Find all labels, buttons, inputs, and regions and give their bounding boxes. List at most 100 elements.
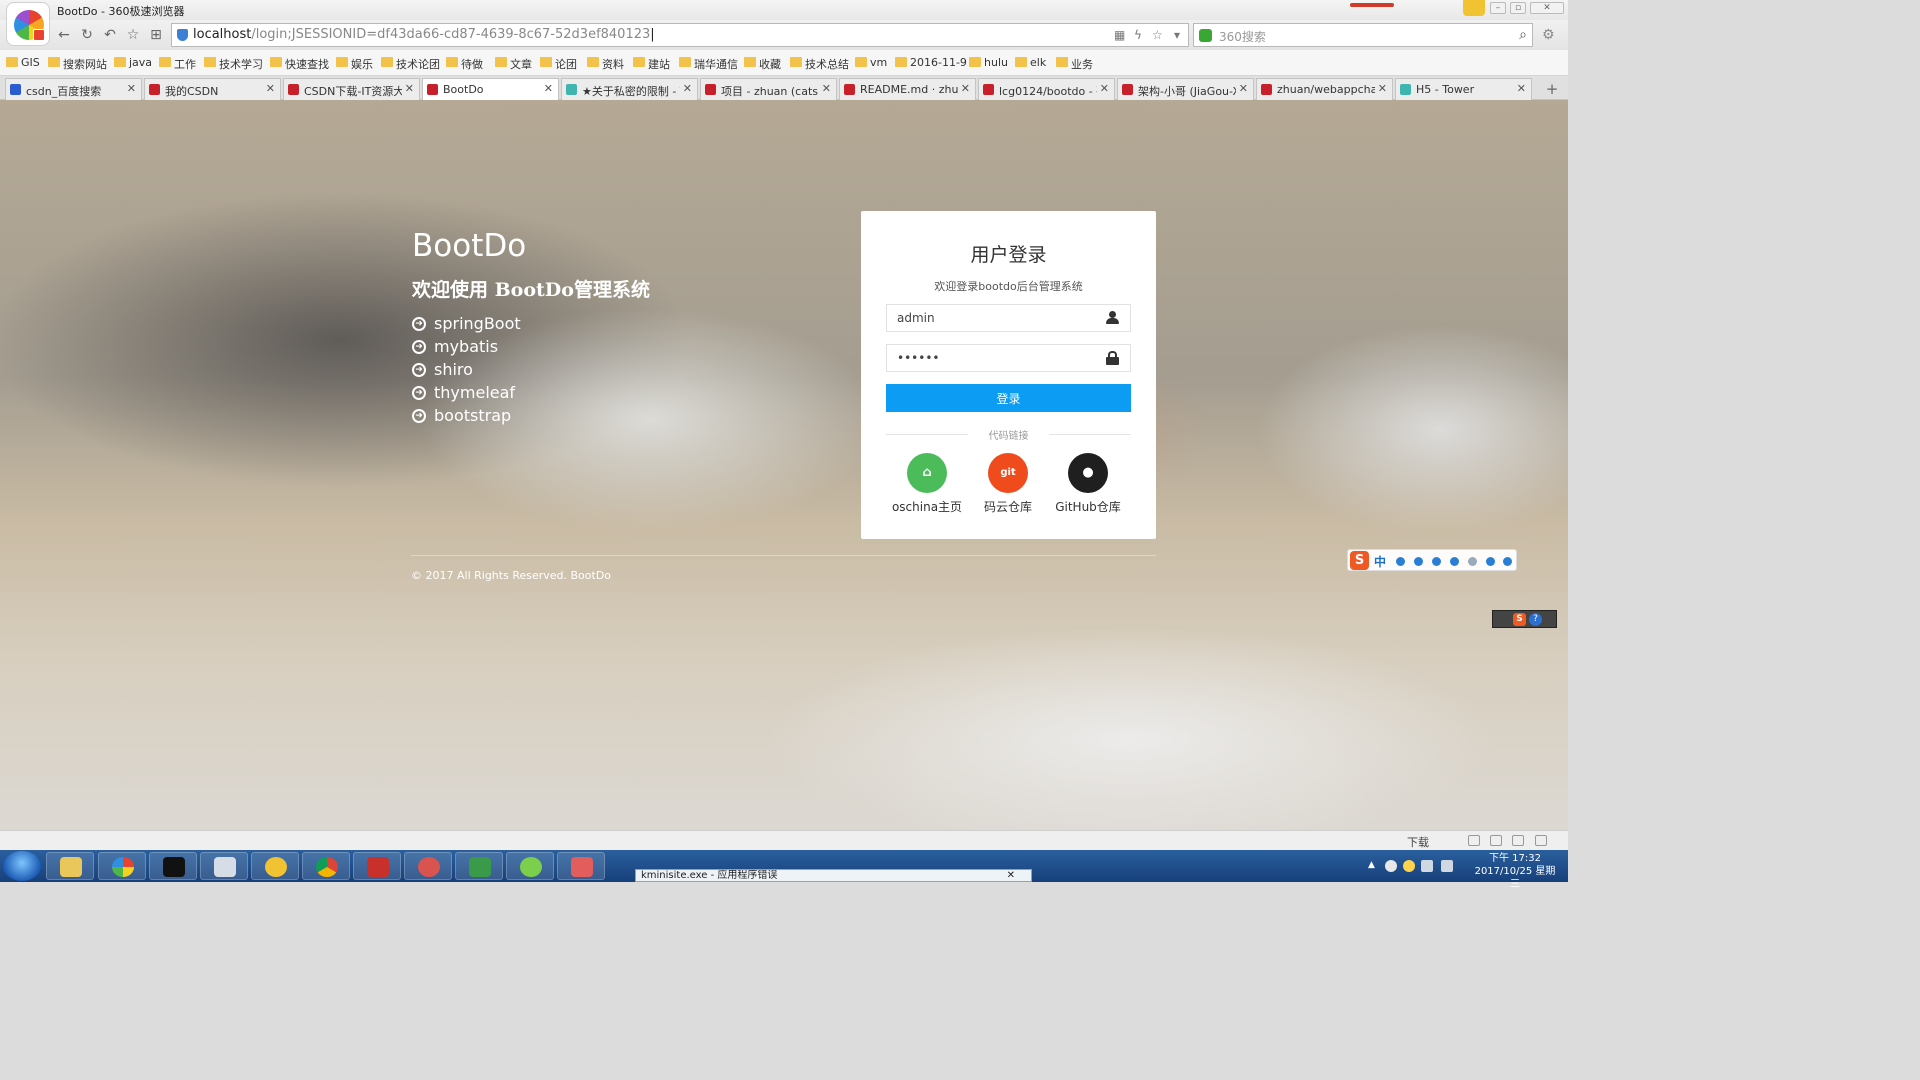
bookmark-star-icon[interactable]: ☆: [1152, 28, 1163, 42]
bookmark-folder[interactable]: java: [114, 56, 152, 70]
user-avatar-icon[interactable]: [1468, 557, 1477, 566]
taskbar-wechat[interactable]: [506, 852, 554, 880]
browser-tab[interactable]: CSDN下载-IT资源大本✕: [283, 78, 420, 100]
maximize-button[interactable]: ▫: [1510, 2, 1526, 14]
skin-shirt-icon[interactable]: [1486, 557, 1495, 566]
volume-mute-icon[interactable]: [1441, 860, 1453, 872]
bookmark-folder[interactable]: 2016-11-9: [895, 56, 967, 70]
taskbar-redis[interactable]: [353, 852, 401, 880]
speed-mode-icon[interactable]: ϟ: [1134, 28, 1142, 42]
close-tab-icon[interactable]: ✕: [1100, 82, 1109, 95]
bookmark-folder[interactable]: elk: [1015, 56, 1046, 70]
start-button[interactable]: [3, 851, 41, 881]
close-window-button[interactable]: ✕: [1530, 2, 1564, 14]
taskbar-chat[interactable]: [251, 852, 299, 880]
help-icon[interactable]: ?: [1529, 613, 1542, 626]
oschina-link[interactable]: ⌂ oschina主页: [890, 453, 964, 515]
username-input[interactable]: [887, 305, 1097, 331]
screen-icon[interactable]: [1512, 835, 1524, 846]
close-tab-icon[interactable]: ✕: [1517, 82, 1526, 95]
tray-expand-icon[interactable]: ▲: [1368, 860, 1380, 872]
zoom-icon[interactable]: [1535, 835, 1547, 846]
browser-tab[interactable]: 我的CSDN ✕: [144, 78, 281, 100]
bookmark-folder[interactable]: 资料: [587, 56, 624, 71]
search-box[interactable]: 360搜索 ⌕: [1193, 23, 1533, 47]
volume-icon[interactable]: [1490, 835, 1502, 846]
browser-tab[interactable]: ★关于私密的限制 - Tc ✕: [561, 78, 698, 100]
close-tab-icon[interactable]: ✕: [1239, 82, 1248, 95]
bookmark-folder[interactable]: 待做: [446, 56, 483, 71]
close-tab-icon[interactable]: ✕: [127, 82, 136, 95]
ime-mode-indicator[interactable]: 中: [1374, 553, 1386, 570]
tools-wrench-icon[interactable]: ⚙: [1542, 27, 1555, 43]
taskbar-app-pen[interactable]: [557, 852, 605, 880]
search-icon[interactable]: ⌕: [1519, 27, 1527, 43]
download-button[interactable]: 下载: [1407, 834, 1429, 850]
address-bar[interactable]: localhost/login;JSESSIONID=df43da66-cd87…: [171, 23, 1189, 47]
bookmark-folder[interactable]: 建站: [633, 56, 670, 71]
apps-grid-icon[interactable]: ⊞: [147, 26, 165, 44]
bookmark-folder[interactable]: 工作: [159, 56, 196, 71]
emoji-icon[interactable]: [1414, 557, 1423, 566]
dropdown-chevron-icon[interactable]: ▾: [1174, 28, 1180, 42]
browser-tab[interactable]: H5 - Tower ✕: [1395, 78, 1532, 100]
browser-tab[interactable]: 项目 - zhuan (catsher✕: [700, 78, 837, 100]
network-icon[interactable]: [1421, 860, 1433, 872]
bookmark-folder[interactable]: vm: [855, 56, 887, 70]
bookmark-folder[interactable]: 技术总结: [790, 56, 849, 71]
close-tab-icon[interactable]: ✕: [544, 82, 553, 95]
bookmark-folder[interactable]: 文章: [495, 56, 532, 71]
taskbar-360-browser[interactable]: [98, 852, 146, 880]
refresh-icon[interactable]: ↻: [78, 26, 96, 44]
ime-mini-bar[interactable]: S ?: [1492, 610, 1557, 628]
minimize-button[interactable]: –: [1490, 2, 1506, 14]
skin-icon[interactable]: [1463, 0, 1485, 16]
url-text[interactable]: localhost/login;JSESSIONID=df43da66-cd87…: [193, 27, 655, 42]
password-input[interactable]: [887, 345, 1097, 371]
bookmark-folder[interactable]: 技术论团: [381, 56, 440, 71]
taskbar-app-green[interactable]: [455, 852, 503, 880]
taskbar-app-swirl[interactable]: [404, 852, 452, 880]
tray-clock[interactable]: 下午 17:32 2017/10/25 星期三: [1470, 852, 1560, 891]
qq-icon[interactable]: [1403, 860, 1415, 872]
bookmark-folder[interactable]: hulu: [969, 56, 1008, 70]
qr-code-icon[interactable]: ▦: [1114, 28, 1125, 42]
taskbar-chrome[interactable]: [302, 852, 350, 880]
error-popup-preview[interactable]: kminisite.exe - 应用程序错误 ✕: [635, 869, 1032, 882]
sogou-ime-icon[interactable]: S: [1350, 551, 1369, 570]
tray-app-icon[interactable]: [1385, 860, 1397, 872]
taskbar-explorer[interactable]: [46, 852, 94, 880]
favorite-star-icon[interactable]: ☆: [124, 26, 142, 44]
close-tab-icon[interactable]: ✕: [683, 82, 692, 95]
search-engine-icon[interactable]: [1199, 29, 1212, 42]
keyboard-icon[interactable]: [1450, 557, 1459, 566]
browser-tab[interactable]: lcg0124/bootdo - 码 ✕: [978, 78, 1115, 100]
gitee-link[interactable]: git 码云仓库: [971, 453, 1045, 515]
clean-icon[interactable]: [1468, 835, 1480, 846]
ime-toolbar[interactable]: S 中: [1347, 549, 1517, 571]
browser-tab-active[interactable]: BootDo ✕: [422, 78, 559, 101]
sogou-mini-icon[interactable]: S: [1513, 613, 1526, 626]
browser-tab[interactable]: zhuan/webappchat ✕: [1256, 78, 1393, 100]
bookmark-folder[interactable]: 搜索网站: [48, 56, 107, 71]
new-tab-button[interactable]: +: [1541, 79, 1563, 99]
browser-tab[interactable]: 架构-小哥 (JiaGou-Xi ✕: [1117, 78, 1254, 100]
close-icon[interactable]: ✕: [1007, 870, 1015, 881]
bookmark-folder[interactable]: GIS: [6, 56, 40, 70]
close-tab-icon[interactable]: ✕: [961, 82, 970, 95]
taskbar-window[interactable]: [200, 852, 248, 880]
bookmark-folder[interactable]: 技术学习: [204, 56, 263, 71]
undo-close-icon[interactable]: ↶: [101, 26, 119, 44]
taskbar-intellij[interactable]: [149, 852, 197, 880]
github-link[interactable]: ● GitHub仓库: [1051, 453, 1125, 515]
close-tab-icon[interactable]: ✕: [405, 82, 414, 95]
close-tab-icon[interactable]: ✕: [822, 82, 831, 95]
bookmark-folder[interactable]: 收藏: [744, 56, 781, 71]
microphone-icon[interactable]: [1432, 557, 1441, 566]
bookmark-folder[interactable]: 瑞华通信: [679, 56, 738, 71]
bookmark-folder[interactable]: 论团: [540, 56, 577, 71]
bookmark-folder[interactable]: 娱乐: [336, 56, 373, 71]
browser-tab[interactable]: csdn_百度搜索 ✕: [5, 78, 142, 100]
back-icon[interactable]: ←: [55, 26, 73, 44]
punctuation-icon[interactable]: [1396, 557, 1405, 566]
